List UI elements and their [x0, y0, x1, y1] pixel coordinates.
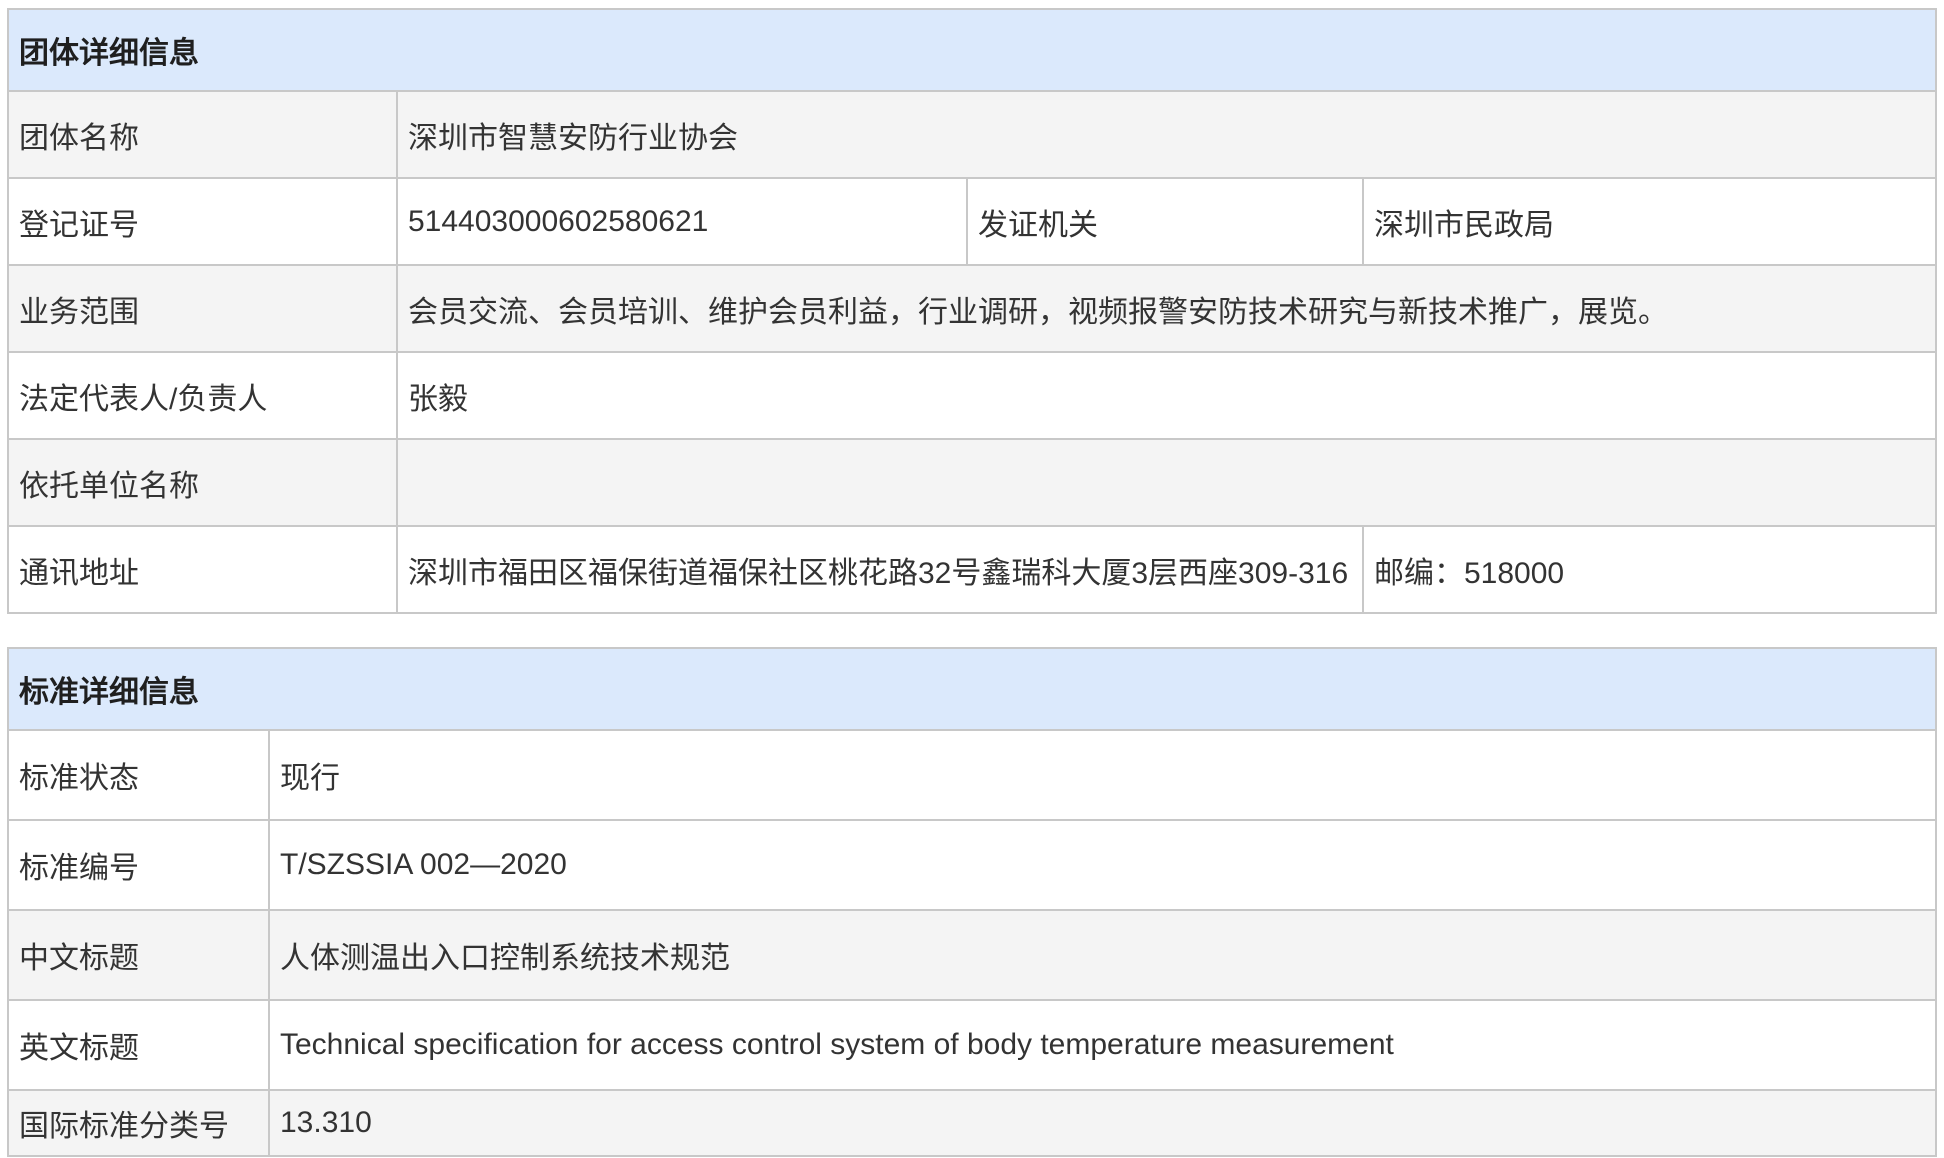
standard-table-title: 标准详细信息 — [8, 648, 1936, 730]
registration-number-value: 514403000602580621 — [397, 178, 967, 265]
supporting-unit-value — [397, 439, 1936, 526]
legal-representative-value: 张毅 — [397, 352, 1936, 439]
business-scope-label: 业务范围 — [8, 265, 397, 352]
table-row: 标准编号 T/SZSSIA 002—2020 — [8, 820, 1936, 910]
standard-status-label: 标准状态 — [8, 730, 269, 820]
table-row: 业务范围 会员交流、会员培训、维护会员利益，行业调研，视频报警安防技术研究与新技… — [8, 265, 1936, 352]
group-table-title: 团体详细信息 — [8, 9, 1936, 91]
legal-representative-label: 法定代表人/负责人 — [8, 352, 397, 439]
standard-number-value: T/SZSSIA 002—2020 — [269, 820, 1936, 910]
standard-status-value: 现行 — [269, 730, 1936, 820]
table-row: 通讯地址 深圳市福田区福保街道福保社区桃花路32号鑫瑞科大厦3层西座309-31… — [8, 526, 1936, 613]
chinese-title-label: 中文标题 — [8, 910, 269, 1000]
supporting-unit-label: 依托单位名称 — [8, 439, 397, 526]
table-row: 国际标准分类号 13.310 — [8, 1090, 1936, 1156]
group-table-header-row: 团体详细信息 — [8, 9, 1936, 91]
ics-number-value: 13.310 — [269, 1090, 1936, 1156]
table-row: 登记证号 514403000602580621 发证机关 深圳市民政局 — [8, 178, 1936, 265]
group-detail-table: 团体详细信息 团体名称 深圳市智慧安防行业协会 登记证号 51440300060… — [7, 8, 1937, 614]
issuing-authority-value: 深圳市民政局 — [1363, 178, 1936, 265]
page-content: 团体详细信息 团体名称 深圳市智慧安防行业协会 登记证号 51440300060… — [0, 0, 1944, 1157]
chinese-title-value: 人体测温出入口控制系统技术规范 — [269, 910, 1936, 1000]
english-title-value: Technical specification for access contr… — [269, 1000, 1936, 1090]
table-row: 法定代表人/负责人 张毅 — [8, 352, 1936, 439]
table-row: 依托单位名称 — [8, 439, 1936, 526]
english-title-label: 英文标题 — [8, 1000, 269, 1090]
issuing-authority-label: 发证机关 — [967, 178, 1363, 265]
postal-code-value: 邮编：518000 — [1363, 526, 1936, 613]
table-row: 标准状态 现行 — [8, 730, 1936, 820]
table-row: 团体名称 深圳市智慧安防行业协会 — [8, 91, 1936, 178]
registration-number-label: 登记证号 — [8, 178, 397, 265]
standard-detail-table: 标准详细信息 标准状态 现行 标准编号 T/SZSSIA 002—2020 中文… — [7, 647, 1937, 1157]
standard-number-label: 标准编号 — [8, 820, 269, 910]
group-name-value: 深圳市智慧安防行业协会 — [397, 91, 1936, 178]
table-row: 英文标题 Technical specification for access … — [8, 1000, 1936, 1090]
business-scope-value: 会员交流、会员培训、维护会员利益，行业调研，视频报警安防技术研究与新技术推广，展… — [397, 265, 1936, 352]
mailing-address-value: 深圳市福田区福保街道福保社区桃花路32号鑫瑞科大厦3层西座309-316 — [397, 526, 1363, 613]
table-row: 中文标题 人体测温出入口控制系统技术规范 — [8, 910, 1936, 1000]
standard-table-header-row: 标准详细信息 — [8, 648, 1936, 730]
mailing-address-label: 通讯地址 — [8, 526, 397, 613]
ics-number-label: 国际标准分类号 — [8, 1090, 269, 1156]
group-name-label: 团体名称 — [8, 91, 397, 178]
